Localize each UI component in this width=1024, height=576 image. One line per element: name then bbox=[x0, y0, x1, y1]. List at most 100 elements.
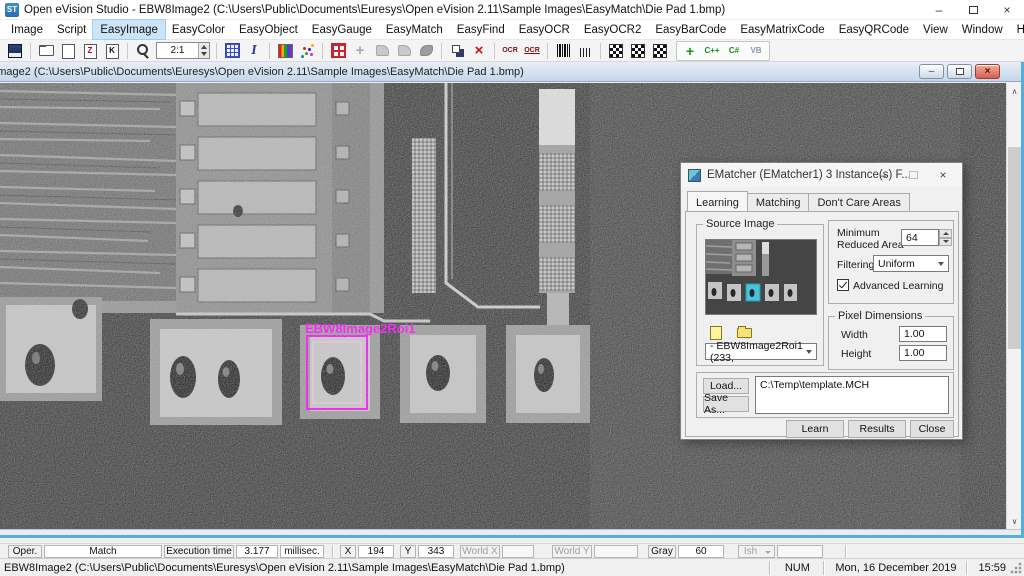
scroll-down-button[interactable]: ∨ bbox=[1007, 513, 1022, 529]
scrollbar-thumb[interactable] bbox=[1008, 147, 1021, 349]
save-icon[interactable] bbox=[4, 41, 26, 61]
spin-down-icon[interactable] bbox=[939, 238, 952, 247]
script-vb-icon[interactable]: VB bbox=[745, 41, 767, 61]
active-image-path: EBW8Image2 (C:\Users\Public\Documents\Eu… bbox=[4, 562, 765, 574]
maximize-button[interactable] bbox=[956, 0, 990, 20]
min-reduced-area-spinner[interactable] bbox=[939, 229, 952, 246]
easygauge-shape-3-icon[interactable] bbox=[415, 41, 437, 61]
toolbar-separator bbox=[600, 43, 601, 59]
execution-time-value: 3.177 bbox=[236, 545, 278, 558]
easygauge-shape-1-icon[interactable] bbox=[371, 41, 393, 61]
results-button[interactable]: Results bbox=[848, 420, 906, 438]
vertical-scrollbar[interactable]: ∧ ∨ bbox=[1006, 83, 1021, 529]
roi-selector-combo[interactable]: - EBW8Image2Roi1 (233, bbox=[705, 343, 817, 360]
menu-item-script[interactable]: Script bbox=[50, 20, 93, 39]
spin-up-icon[interactable] bbox=[939, 229, 952, 238]
learn-button[interactable]: Learn bbox=[786, 420, 844, 438]
easymatrixcode-2-icon[interactable] bbox=[627, 41, 649, 61]
easyocr2-icon[interactable]: OCR bbox=[521, 41, 543, 61]
image-window-titlebar[interactable]: EBW8Image2 (C:\Users\Public\Documents\Eu… bbox=[0, 62, 1024, 82]
tab-matching[interactable]: Matching bbox=[747, 193, 810, 213]
menu-item-easymatrixcode[interactable]: EasyMatrixCode bbox=[733, 20, 831, 39]
menu-item-easycolor[interactable]: EasyColor bbox=[165, 20, 232, 39]
zoom-spinner[interactable] bbox=[198, 43, 209, 58]
menu-item-help[interactable]: Help bbox=[1010, 20, 1024, 39]
menu-item-image[interactable]: Image bbox=[4, 20, 50, 39]
scroll-up-button[interactable]: ∧ bbox=[1007, 83, 1022, 99]
execution-time-label: Execution time bbox=[164, 545, 234, 558]
move-tool-icon[interactable]: + bbox=[349, 41, 371, 61]
menu-item-easymatch[interactable]: EasyMatch bbox=[379, 20, 450, 39]
width-input[interactable]: 1.00 bbox=[899, 326, 947, 342]
dropdown-icon bbox=[765, 551, 771, 554]
menu-item-easybarcode[interactable]: EasyBarCode bbox=[648, 20, 733, 39]
script-z-icon[interactable]: Z bbox=[79, 41, 101, 61]
menu-item-easyobject[interactable]: EasyObject bbox=[232, 20, 305, 39]
easyobject-grid-icon[interactable] bbox=[327, 41, 349, 61]
resize-grip[interactable] bbox=[1010, 562, 1022, 574]
dropdown-icon bbox=[938, 262, 944, 266]
child-restore-button[interactable] bbox=[947, 64, 972, 79]
dialog-close-button[interactable]: × bbox=[928, 163, 958, 187]
open-evision-studio: ST Open eVision Studio - EBW8Image2 (C:\… bbox=[0, 0, 1024, 576]
min-reduced-area-input[interactable]: 64 bbox=[901, 229, 939, 246]
world-y-label: World Y bbox=[552, 545, 592, 558]
filtering-combo[interactable]: Uniform bbox=[873, 255, 949, 272]
advanced-learning-checkbox[interactable] bbox=[837, 279, 849, 291]
menu-item-easyqrcode[interactable]: EasyQRCode bbox=[832, 20, 916, 39]
zoom-level[interactable]: 2:1 bbox=[156, 42, 210, 59]
menu-item-easyfind[interactable]: EasyFind bbox=[450, 20, 512, 39]
script-csharp-icon[interactable]: C# bbox=[723, 41, 745, 61]
dialog-maximize-button bbox=[898, 163, 928, 187]
new-image-icon[interactable] bbox=[57, 41, 79, 61]
roi-selector-value: - EBW8Image2Roi1 (233, bbox=[710, 340, 816, 364]
window-controls: – × bbox=[922, 0, 1024, 20]
dialog-minimize-button[interactable]: – bbox=[868, 163, 898, 187]
min-reduced-area-label-1: Minimum bbox=[837, 227, 880, 239]
save-as-button[interactable]: Save As... bbox=[703, 396, 749, 412]
height-input[interactable]: 1.00 bbox=[899, 345, 947, 361]
easybarcode-read-icon[interactable] bbox=[574, 41, 596, 61]
tab-don-t-care-areas[interactable]: Don't Care Areas bbox=[808, 193, 909, 213]
easyocr-icon[interactable]: OCR bbox=[499, 41, 521, 61]
menu-item-window[interactable]: Window bbox=[955, 20, 1010, 39]
display-mode-combo[interactable]: Ish bbox=[738, 545, 775, 558]
pixel-grid-icon[interactable] bbox=[221, 41, 243, 61]
close-dialog-button[interactable]: Close bbox=[910, 420, 954, 438]
width-label: Width bbox=[841, 329, 868, 341]
close-button[interactable]: × bbox=[990, 0, 1024, 20]
template-path-box[interactable]: C:\Temp\template.MCH bbox=[755, 376, 949, 414]
minimize-button[interactable]: – bbox=[922, 0, 956, 20]
easycolor-dots-icon[interactable] bbox=[296, 41, 318, 61]
child-minimize-button[interactable]: – bbox=[919, 64, 944, 79]
easycolor-bars-icon[interactable] bbox=[274, 41, 296, 61]
statusbar-separator bbox=[845, 545, 847, 558]
zoom-level-value: 2:1 bbox=[157, 43, 198, 58]
easygauge-shape-2-icon[interactable] bbox=[393, 41, 415, 61]
bottom-status-bar: EBW8Image2 (C:\Users\Public\Documents\Eu… bbox=[0, 558, 1024, 576]
filtering-value: Uniform bbox=[878, 258, 915, 270]
menu-item-easygauge[interactable]: EasyGauge bbox=[305, 20, 379, 39]
easymatch-pattern-icon[interactable] bbox=[446, 41, 468, 61]
open-icon[interactable] bbox=[35, 41, 57, 61]
y-value: 343 bbox=[418, 545, 454, 558]
easymatrixcode-1-icon[interactable] bbox=[605, 41, 627, 61]
child-close-button[interactable]: × bbox=[975, 64, 1000, 79]
status-bar: Oper. Match Execution time 3.177 millise… bbox=[0, 543, 1024, 558]
script-add-icon[interactable]: + bbox=[679, 41, 701, 61]
script-cpp-icon[interactable]: C++ bbox=[701, 41, 723, 61]
gray-label: Gray bbox=[648, 545, 676, 558]
zoom-icon[interactable] bbox=[132, 41, 154, 61]
easyfind-pattern-icon[interactable]: × bbox=[468, 41, 490, 61]
x-label: X bbox=[340, 545, 356, 558]
menu-item-easyocr2[interactable]: EasyOCR2 bbox=[577, 20, 649, 39]
dialog-titlebar[interactable]: EMatcher (EMatcher1) 3 Instance(s) F... … bbox=[681, 163, 962, 187]
image-info-icon[interactable]: I bbox=[243, 41, 265, 61]
script-k-icon[interactable]: K bbox=[101, 41, 123, 61]
easybarcode-icon[interactable] bbox=[552, 41, 574, 61]
menu-item-easyimage[interactable]: EasyImage bbox=[93, 20, 165, 39]
menu-item-easyocr[interactable]: EasyOCR bbox=[512, 20, 577, 39]
menu-item-view[interactable]: View bbox=[916, 20, 955, 39]
easymatrixcode-3-icon[interactable] bbox=[649, 41, 671, 61]
tab-learning[interactable]: Learning bbox=[687, 191, 748, 211]
